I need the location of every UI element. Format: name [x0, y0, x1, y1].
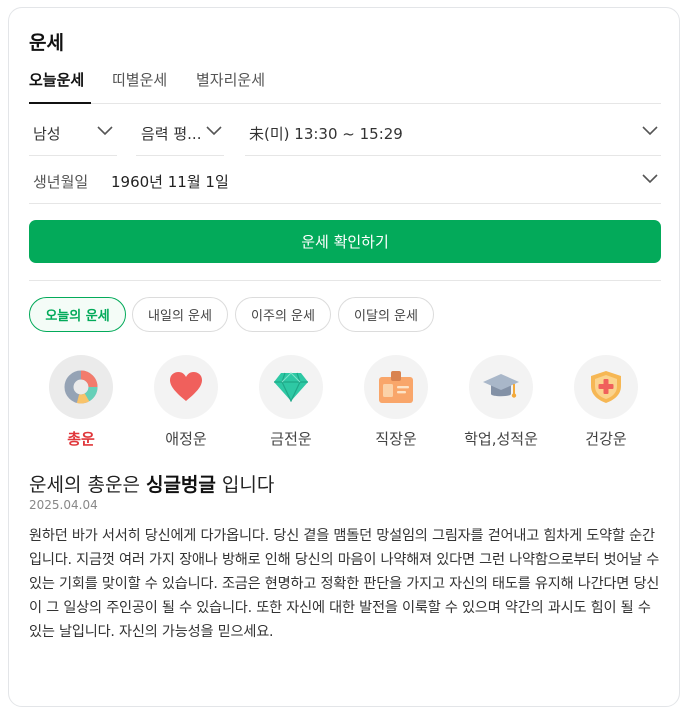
birthdate-label: 생년월일	[33, 173, 89, 191]
tab-zodiac-animal-fortune[interactable]: 띠별운세	[112, 69, 167, 90]
tab-constellation-fortune[interactable]: 별자리운세	[196, 69, 265, 90]
birth-time-value: 未(미) 13:30 ~ 15:29	[249, 125, 403, 143]
health-shield-icon	[591, 371, 621, 403]
result-date: 2025.04.04	[29, 498, 98, 512]
chip-this-month-fortune[interactable]: 이달의 운세	[338, 297, 434, 332]
gender-value: 남성	[33, 125, 61, 143]
section-divider	[29, 280, 661, 281]
chip-today-fortune[interactable]: 오늘의 운세	[29, 297, 126, 332]
tab-today-fortune[interactable]: 오늘운세	[29, 69, 84, 90]
category-label: 총운	[67, 430, 95, 448]
birthdate-value: 1960년 11월 1일	[111, 173, 229, 191]
fortune-result-heading: 운세의 총운은 싱글벙글 입니다	[29, 470, 274, 497]
chip-tomorrow-fortune[interactable]: 내일의 운세	[132, 297, 228, 332]
active-tab-indicator	[29, 102, 91, 104]
calendar-type-value: 음력 평...	[141, 125, 202, 143]
chip-this-week-fortune[interactable]: 이주의 운세	[235, 297, 331, 332]
category-overall[interactable]: 총운	[36, 355, 126, 449]
category-health[interactable]: 건강운	[561, 355, 651, 449]
category-label: 학업,성적운	[464, 430, 538, 448]
category-label: 금전운	[270, 430, 312, 448]
donut-chart-icon	[64, 370, 98, 404]
calendar-type-select[interactable]: 음력 평...	[136, 112, 224, 156]
gender-select[interactable]: 남성	[29, 112, 117, 156]
result-prefix: 운세의 총운은	[29, 474, 146, 496]
graduation-cap-icon	[483, 374, 519, 398]
category-label: 건강운	[585, 430, 627, 448]
birthdate-select[interactable]: 생년월일 1960년 11월 1일	[29, 160, 661, 204]
chevron-down-icon	[642, 126, 658, 136]
fortune-tabs: 오늘운세 띠별운세 별자리운세	[29, 66, 661, 104]
category-money[interactable]: 금전운	[246, 355, 336, 449]
category-study[interactable]: 학업,성적운	[456, 355, 546, 449]
chevron-down-icon	[642, 174, 658, 184]
birth-time-select[interactable]: 未(미) 13:30 ~ 15:29	[245, 112, 661, 156]
check-fortune-button[interactable]: 운세 확인하기	[29, 220, 661, 263]
category-work[interactable]: 직장운	[351, 355, 441, 449]
chevron-down-icon	[97, 126, 113, 136]
heart-icon	[170, 372, 202, 401]
category-love[interactable]: 애정운	[141, 355, 231, 449]
result-keyword: 싱글벙글	[145, 474, 216, 496]
chevron-down-icon	[206, 126, 222, 136]
fortune-result-text: 원하던 바가 서서히 당신에게 다가옵니다. 당신 곁을 맴돌던 망설임의 그림…	[29, 528, 660, 640]
result-suffix: 입니다	[215, 474, 275, 496]
card-title: 운세	[29, 32, 64, 54]
category-label: 애정운	[165, 430, 207, 448]
diamond-icon	[274, 372, 308, 402]
category-label: 직장운	[375, 430, 417, 448]
fortune-card: 운세 오늘운세 띠별운세 별자리운세 남성 음력 평... 未(미) 13:30…	[8, 7, 680, 707]
id-badge-icon	[379, 371, 413, 403]
